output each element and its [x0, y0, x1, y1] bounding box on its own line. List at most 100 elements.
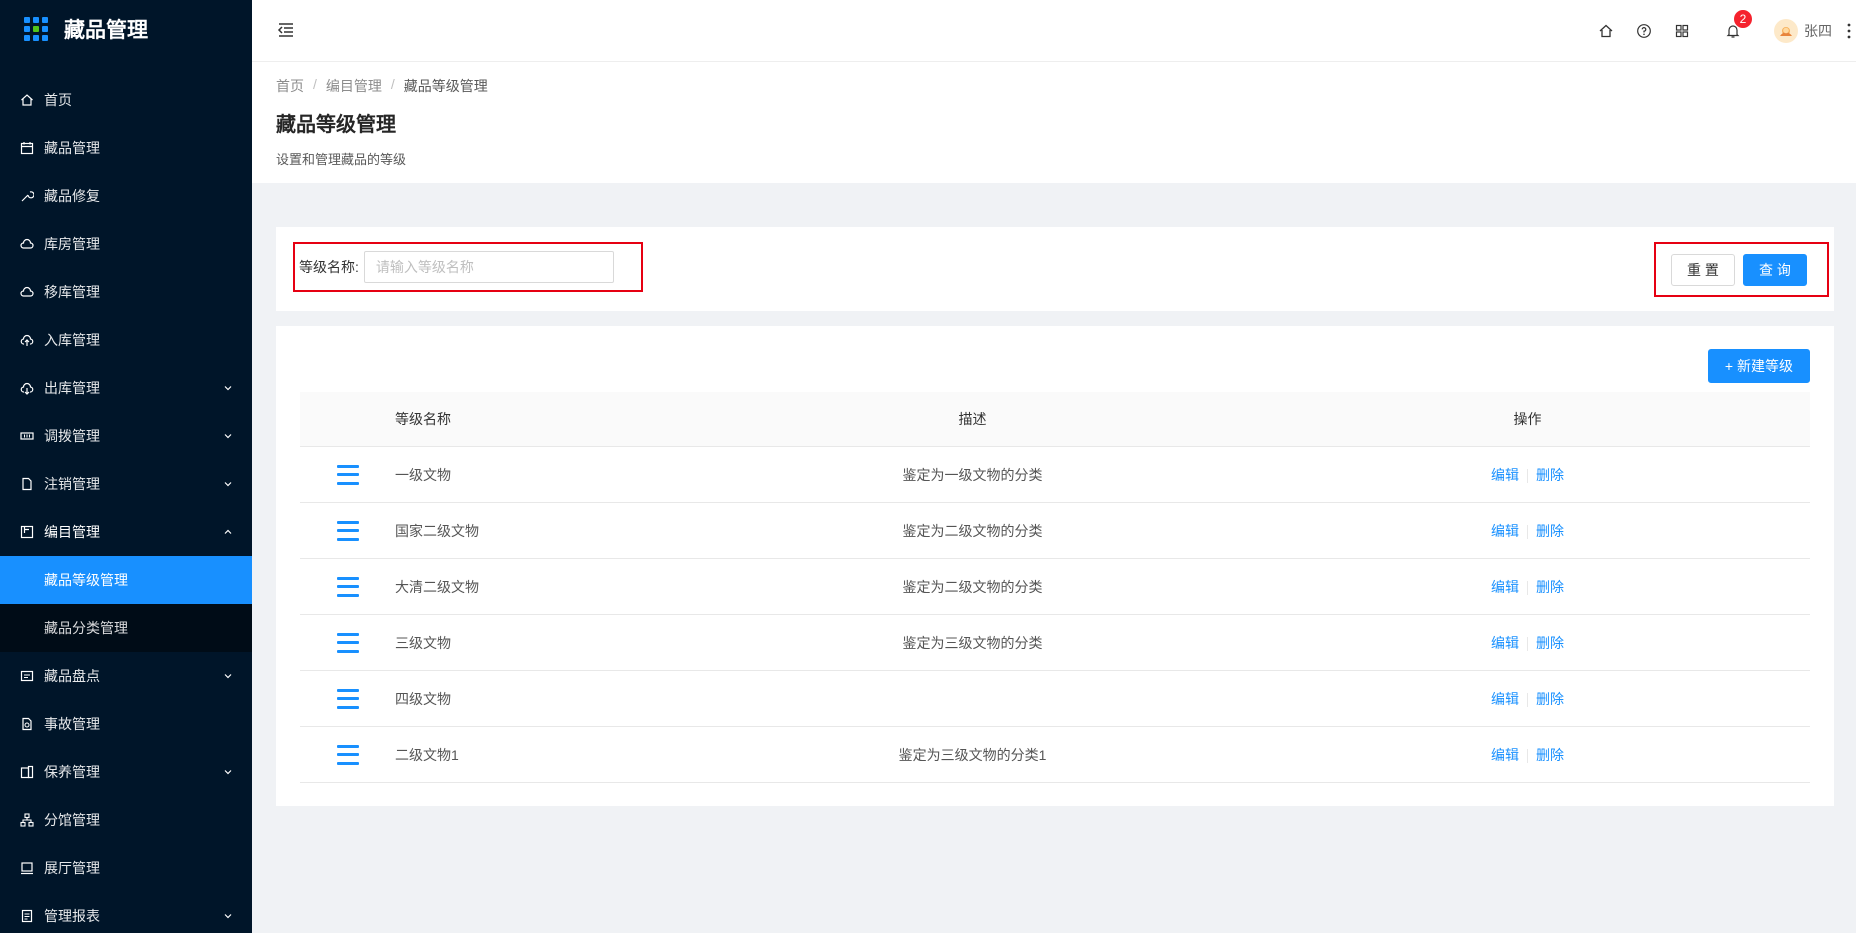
delete-link[interactable]: 删除: [1536, 747, 1564, 763]
sidebar-item-label: 藏品修复: [44, 188, 100, 204]
grade-name-cell: 大清二级文物: [395, 578, 479, 595]
sidebar-subitem-category-management[interactable]: 藏品分类管理: [0, 604, 252, 652]
actions-cell: 编辑 删除: [1250, 745, 1805, 765]
monitor-icon: [20, 861, 34, 875]
top-header: 2 张四: [252, 0, 1856, 62]
report-icon: [20, 909, 34, 923]
branch-icon: [20, 813, 34, 827]
column-header-name: 等级名称: [395, 411, 451, 427]
breadcrumb: 首页 / 编目管理 / 藏品等级管理: [276, 76, 1856, 96]
grade-description-cell: 鉴定为二级文物的分类: [902, 522, 1043, 539]
header-actions: 2 张四: [1587, 0, 1856, 62]
edit-link[interactable]: 编辑: [1491, 691, 1519, 707]
delete-link[interactable]: 删除: [1536, 635, 1564, 651]
logo[interactable]: 藏品管理: [0, 0, 252, 58]
action-divider: [1527, 580, 1528, 595]
edit-link[interactable]: 编辑: [1491, 635, 1519, 651]
edit-link[interactable]: 编辑: [1491, 523, 1519, 539]
sidebar-item-catalog[interactable]: 编目管理: [0, 508, 252, 556]
drag-handle-icon[interactable]: [336, 520, 359, 541]
actions-cell: 编辑 删除: [1250, 577, 1805, 597]
file-icon: [20, 477, 34, 491]
delete-link[interactable]: 删除: [1536, 467, 1564, 483]
action-divider: [1527, 636, 1528, 651]
drag-handle-icon[interactable]: [336, 688, 359, 709]
sidebar-item-label: 分馆管理: [44, 812, 100, 828]
sidebar-item-label: 编目管理: [44, 524, 100, 540]
edit-link[interactable]: 编辑: [1491, 467, 1519, 483]
sidebar-item-label: 调拨管理: [44, 428, 100, 444]
new-grade-button[interactable]: + 新建等级: [1707, 349, 1810, 383]
app-grid-logo-icon: [24, 17, 48, 41]
edit-link[interactable]: 编辑: [1491, 579, 1519, 595]
reset-button[interactable]: 重 置: [1671, 253, 1735, 286]
cloud-icon: [20, 237, 34, 251]
sidebar-item-accident[interactable]: 事故管理: [0, 700, 252, 748]
cloud-download-icon: [20, 381, 34, 395]
sidebar-item-transfer[interactable]: 调拨管理: [0, 412, 252, 460]
sidebar-item-label: 出库管理: [44, 380, 100, 396]
sidebar-item-label: 藏品等级管理: [44, 572, 128, 588]
table-row: 国家二级文物 鉴定为二级文物的分类 编辑 删除: [300, 503, 1810, 559]
home-icon[interactable]: [1596, 21, 1616, 41]
drag-handle-icon[interactable]: [336, 632, 359, 653]
sidebar-subitem-grade-management[interactable]: 藏品等级管理: [0, 556, 252, 604]
grade-table: 等级名称 描述 操作 一级文物 鉴定为一级文物的分类 编辑 删除 国家二级文物 鉴…: [300, 392, 1810, 783]
table-row: 三级文物 鉴定为三级文物的分类 编辑 删除: [300, 615, 1810, 671]
drag-handle-icon[interactable]: [336, 576, 359, 597]
breadcrumb-catalog[interactable]: 编目管理: [326, 76, 382, 96]
sidebar-item-collections[interactable]: 藏品管理: [0, 124, 252, 172]
inventory-icon: [20, 669, 34, 683]
username[interactable]: 张四: [1804, 21, 1832, 41]
actions-cell: 编辑 删除: [1250, 633, 1805, 653]
actions-cell: 编辑 删除: [1250, 689, 1805, 709]
sidebar-item-branch[interactable]: 分馆管理: [0, 796, 252, 844]
more-vertical-icon[interactable]: [1846, 21, 1852, 41]
sidebar-item-restoration[interactable]: 藏品修复: [0, 172, 252, 220]
sidebar-item-home[interactable]: 首页: [0, 76, 252, 124]
search-form-highlight: 等级名称:: [293, 242, 643, 292]
sidebar-item-warehouse[interactable]: 库房管理: [0, 220, 252, 268]
delete-link[interactable]: 删除: [1536, 523, 1564, 539]
help-icon[interactable]: [1634, 21, 1654, 41]
grade-name-search-input[interactable]: [363, 251, 614, 283]
app-title: 藏品管理: [64, 19, 148, 42]
sidebar-item-label: 藏品分类管理: [44, 620, 128, 636]
avatar[interactable]: [1774, 19, 1798, 43]
delete-link[interactable]: 删除: [1536, 579, 1564, 595]
table-row: 大清二级文物 鉴定为二级文物的分类 编辑 删除: [300, 559, 1810, 615]
notification-badge: 2: [1733, 9, 1753, 29]
sidebar-item-move[interactable]: 移库管理: [0, 268, 252, 316]
cloud-upload-icon: [20, 333, 34, 347]
sidebar-item-deregister[interactable]: 注销管理: [0, 460, 252, 508]
sidebar-item-inventory[interactable]: 藏品盘点: [0, 652, 252, 700]
actions-cell: 编辑 删除: [1250, 521, 1805, 541]
notification-bell[interactable]: 2: [1723, 9, 1753, 41]
sidebar-menu: 首页 藏品管理 藏品修复 库房管理 移库管理 入库管理 出库管理 调拨管理 注销…: [0, 76, 252, 933]
sidebar-item-outbound[interactable]: 出库管理: [0, 364, 252, 412]
action-divider: [1527, 524, 1528, 539]
sidebar-item-label: 库房管理: [44, 236, 100, 252]
apps-grid-icon[interactable]: [1672, 21, 1692, 41]
sidebar-item-label: 移库管理: [44, 284, 100, 300]
drag-handle-icon[interactable]: [336, 464, 359, 485]
query-button[interactable]: 查 询: [1743, 253, 1807, 286]
drag-handle-icon[interactable]: [336, 744, 359, 765]
delete-link[interactable]: 删除: [1536, 691, 1564, 707]
menu-fold-icon[interactable]: [276, 20, 296, 40]
sidebar: 藏品管理 首页 藏品管理 藏品修复 库房管理 移库管理 入库管理 出库管理 调拨…: [0, 0, 252, 933]
chevron-down-icon: [224, 434, 232, 439]
sidebar-item-inbound[interactable]: 入库管理: [0, 316, 252, 364]
column-header-description: 描述: [958, 411, 987, 427]
sidebar-item-reports[interactable]: 管理报表: [0, 892, 252, 933]
breadcrumb-separator: /: [390, 76, 395, 92]
action-divider: [1527, 692, 1528, 707]
catalog-icon: [20, 525, 34, 539]
search-buttons-highlight: 重 置 查 询: [1654, 242, 1829, 297]
sidebar-item-maintenance[interactable]: 保养管理: [0, 748, 252, 796]
sidebar-item-exhibition[interactable]: 展厅管理: [0, 844, 252, 892]
grade-name-cell: 国家二级文物: [395, 522, 479, 539]
sidebar-item-label: 藏品管理: [44, 140, 100, 156]
breadcrumb-home[interactable]: 首页: [276, 76, 304, 96]
edit-link[interactable]: 编辑: [1491, 747, 1519, 763]
